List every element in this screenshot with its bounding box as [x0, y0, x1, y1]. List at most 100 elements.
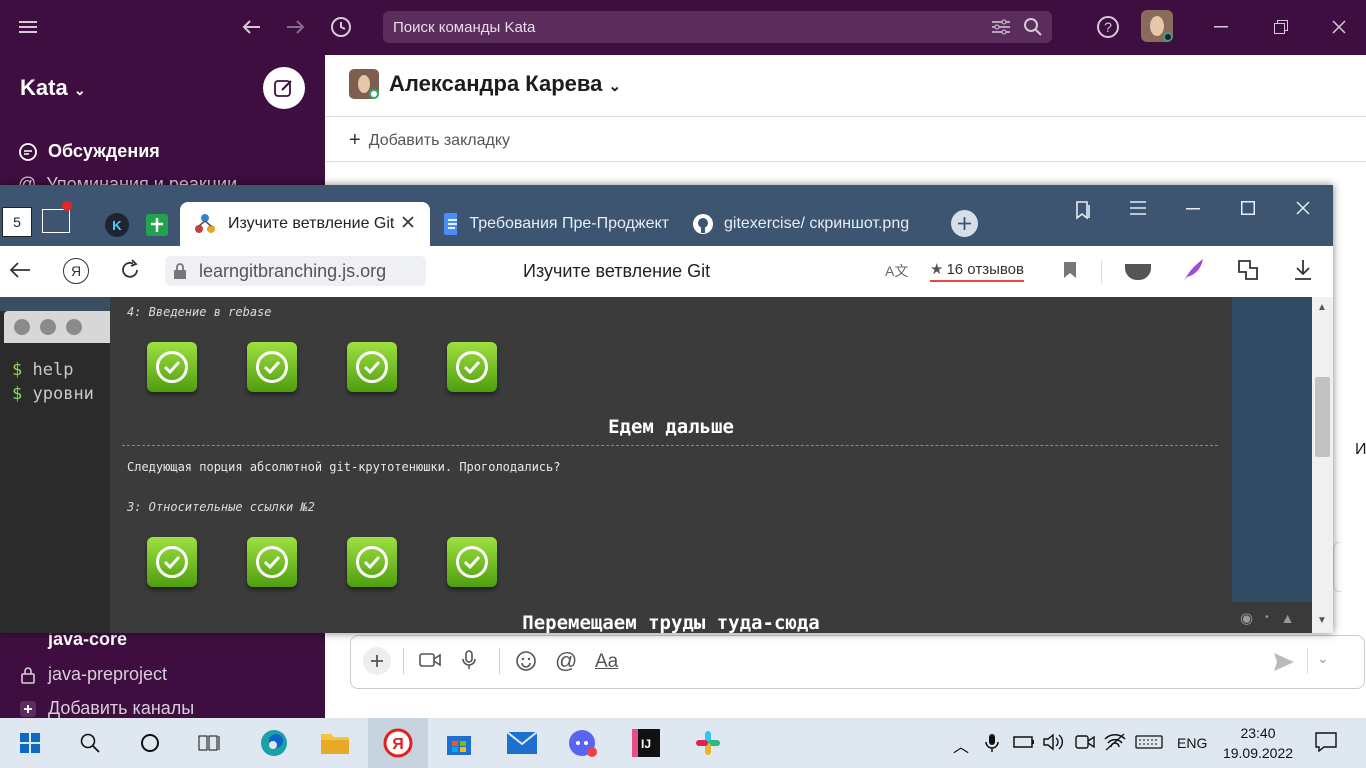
yandex-icon[interactable]: Я	[63, 258, 89, 284]
task-view-icon[interactable]	[191, 727, 227, 759]
close-dot-icon[interactable]	[14, 319, 30, 335]
mention-icon[interactable]: @	[555, 648, 577, 674]
extension-icon[interactable]	[1125, 264, 1151, 280]
clock[interactable]: 23:40 19.09.2022	[1218, 723, 1298, 763]
add-bookmark-label: Добавить закладку	[368, 131, 511, 149]
collections-icon[interactable]	[1073, 200, 1093, 220]
sidebar-item-add-channels[interactable]: Добавить каналы	[18, 698, 194, 719]
translate-icon[interactable]: A文	[885, 261, 908, 281]
bookmark-icon[interactable]	[1063, 261, 1077, 279]
restore-icon[interactable]	[1268, 14, 1294, 40]
browser-menu-icon[interactable]	[1130, 201, 1146, 215]
language-indicator[interactable]: ENG	[1177, 735, 1207, 751]
compose-button[interactable]	[263, 67, 305, 109]
send-options-chevron-icon[interactable]: ⌄	[1317, 650, 1329, 667]
close-tab-icon[interactable]	[402, 216, 414, 228]
level-completed-button[interactable]	[247, 537, 297, 587]
level-completed-button[interactable]	[147, 537, 197, 587]
channel-title-button[interactable]: Александра Карева ⌄	[389, 71, 621, 97]
browser-maximize-icon[interactable]	[1241, 201, 1255, 215]
level-completed-button[interactable]	[447, 537, 497, 587]
minimize-icon[interactable]	[1208, 14, 1234, 40]
history-icon[interactable]	[328, 14, 354, 40]
show-hidden-icons-chevron-icon[interactable]: ︿	[953, 733, 969, 757]
minimize-dot-icon[interactable]	[40, 319, 56, 335]
workspace-switcher[interactable]: Kata ⌄	[20, 75, 86, 101]
level-completed-button[interactable]	[347, 537, 397, 587]
new-tab-button[interactable]	[951, 210, 978, 237]
help-icon[interactable]: ?	[1095, 14, 1121, 40]
microphone-tray-icon[interactable]	[985, 733, 999, 753]
intellij-icon[interactable]: IJ	[628, 727, 664, 759]
add-bookmark-button[interactable]: + Добавить закладку	[349, 129, 510, 152]
store-icon[interactable]	[441, 727, 477, 759]
reader-extension-icon[interactable]	[1236, 258, 1260, 282]
back-arrow-icon[interactable]	[238, 14, 264, 40]
discord-icon[interactable]	[565, 727, 601, 759]
reviews-button[interactable]: ★ 16 отзывов	[930, 258, 1024, 282]
reload-icon[interactable]	[119, 259, 141, 281]
checkmark-icon	[263, 555, 281, 569]
keyboard-icon[interactable]	[1135, 735, 1163, 749]
pinned-tab-kata-icon[interactable]: K	[105, 213, 129, 237]
file-explorer-icon[interactable]	[317, 727, 353, 759]
sidebar-item-java-preproject[interactable]: java-preproject	[18, 664, 167, 685]
mail-icon[interactable]	[504, 727, 540, 759]
send-icon[interactable]	[1273, 652, 1295, 672]
search-icon[interactable]	[1023, 17, 1043, 37]
notifications-icon[interactable]	[1315, 732, 1337, 752]
forward-arrow-icon[interactable]	[283, 14, 309, 40]
terminal-line[interactable]: $ уровни	[12, 382, 94, 406]
format-button[interactable]: Aa	[595, 651, 618, 673]
tab-requirements[interactable]: Требования Пре-Проджект	[444, 202, 669, 246]
battery-icon[interactable]	[1013, 735, 1035, 749]
section-divider	[122, 445, 1218, 446]
slack-icon[interactable]	[690, 727, 726, 759]
level-completed-button[interactable]	[247, 342, 297, 392]
cortana-icon[interactable]	[132, 727, 168, 759]
slack-titlebar: Поиск команды Kata ?	[0, 0, 1366, 55]
windows-start-icon[interactable]	[12, 727, 48, 759]
new-tab-group-icon[interactable]	[42, 201, 72, 233]
tab-learngit[interactable]: Изучите ветвление Git	[180, 202, 430, 246]
user-avatar[interactable]	[1141, 10, 1173, 42]
browser-minimize-icon[interactable]	[1186, 208, 1200, 210]
level-completed-button[interactable]	[147, 342, 197, 392]
attach-button[interactable]	[363, 647, 391, 675]
url-field[interactable]: learngitbranching.js.org	[165, 256, 426, 286]
browser-close-icon[interactable]	[1296, 201, 1310, 215]
emoji-icon[interactable]	[515, 650, 537, 672]
wifi-icon[interactable]	[1104, 733, 1126, 751]
level-group-title: 4: Введение в rebase	[127, 305, 272, 319]
search-input[interactable]: Поиск команды Kata	[383, 11, 1052, 43]
filter-icon[interactable]	[991, 18, 1011, 36]
maximize-dot-icon[interactable]	[66, 319, 82, 335]
tabs-home-button[interactable]: 5	[2, 207, 32, 237]
tab-github[interactable]: gitexercise/ скриншот.png	[692, 202, 918, 246]
scrollbar-thumb[interactable]	[1315, 377, 1330, 457]
feather-extension-icon[interactable]	[1181, 257, 1205, 283]
page-scrollbar[interactable]: ▲ ▼	[1312, 297, 1333, 633]
scroll-up-icon[interactable]: ▲	[1317, 302, 1327, 313]
close-icon[interactable]	[1326, 14, 1352, 40]
microphone-icon[interactable]	[461, 650, 477, 670]
search-icon[interactable]	[72, 727, 108, 759]
download-icon[interactable]	[1294, 259, 1312, 281]
video-icon[interactable]	[419, 651, 441, 669]
yandex-browser-icon[interactable]: Я	[368, 718, 428, 768]
menu-icon[interactable]	[15, 14, 41, 40]
twitter-icon[interactable]: ▲	[1281, 610, 1295, 626]
status-dot	[1163, 32, 1173, 42]
level-completed-button[interactable]	[447, 342, 497, 392]
volume-icon[interactable]	[1043, 733, 1065, 751]
camera-tray-icon[interactable]	[1075, 733, 1095, 751]
pinned-tab-sheets-icon[interactable]	[146, 214, 168, 236]
scroll-down-icon[interactable]: ▼	[1317, 615, 1327, 626]
edge-icon[interactable]	[256, 727, 292, 759]
back-icon[interactable]	[9, 261, 31, 279]
globe-icon[interactable]: ◉	[1240, 609, 1253, 627]
sidebar-item-threads[interactable]: Обсуждения	[18, 141, 160, 162]
level-completed-button[interactable]	[347, 342, 397, 392]
message-composer[interactable]: @ Aa ⌄	[350, 635, 1365, 689]
terminal-line[interactable]: $ help	[12, 358, 94, 382]
